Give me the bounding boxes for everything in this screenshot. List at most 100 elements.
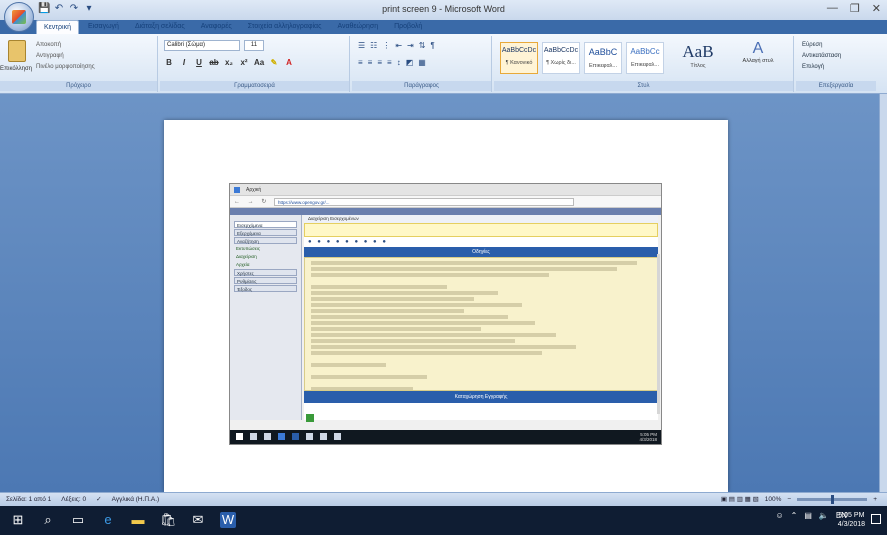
highlight-icon[interactable]: ✎ [269,58,279,67]
font-size-combo[interactable]: 11 [244,40,264,51]
embedded-word-icon [292,433,299,440]
line-spacing-icon[interactable]: ↕ [397,58,401,67]
tab-references[interactable]: Αναφορές [194,20,239,34]
italic-icon[interactable]: I [179,58,189,67]
tab-view[interactable]: Προβολή [387,20,429,34]
embedded-menu-item: Αρχεία [236,262,250,267]
word-count[interactable]: Λέξεις: 0 [61,493,86,506]
action-center-icon[interactable] [871,514,881,524]
tray-overflow-icon[interactable]: ⌃ [791,511,798,520]
tab-mailings[interactable]: Στοιχεία αλληλογραφίας [241,20,329,34]
embedded-taskbar: 5:05 PM 4/3/2018 [230,430,661,444]
sort-icon[interactable]: ⇅ [419,41,426,50]
paste-button-label[interactable]: Επικόλληση [0,66,32,72]
show-marks-icon[interactable]: ¶ [430,41,434,50]
cut-button[interactable]: Αποκοπή [36,40,95,51]
minimize-button[interactable]: — [827,2,838,15]
style-normal[interactable]: AaBbCcDc ¶ Κανονικό [500,42,538,74]
embedded-info-bar [304,223,658,237]
file-explorer-icon[interactable]: ▬ [130,512,146,528]
copy-button[interactable]: Αντιγραφή [36,51,95,62]
language-indicator[interactable]: Αγγλικά (Η.Π.Α.) [112,493,160,506]
align-left-icon[interactable]: ≡ [358,58,363,67]
superscript-icon[interactable]: x² [239,58,249,67]
edge-icon[interactable]: e [100,512,116,528]
shading-icon[interactable]: ◩ [406,58,414,67]
office-logo-icon [12,10,26,24]
numbering-icon[interactable]: ☷ [370,41,377,50]
volume-icon[interactable]: 🔈 [819,511,829,520]
strikethrough-icon[interactable]: ab [209,58,219,67]
embedded-portal-bar [230,208,661,215]
embedded-menu-item: Εισερχόμενα [234,221,297,228]
align-center-icon[interactable]: ≡ [368,58,373,67]
embedded-taskview-icon [264,433,271,440]
tab-review[interactable]: Αναθεώρηση [330,20,385,34]
people-icon[interactable]: ☺ [775,511,783,520]
vertical-scrollbar[interactable] [879,94,887,492]
embedded-screenshot-image[interactable]: Αρχική ← → ↻ ⌂ https://www.opengov.gr/..… [229,183,662,445]
style-name: Τίτλος [690,63,706,69]
ribbon-tabs: Κεντρική Εισαγωγή Διάταξη σελίδας Αναφορ… [36,20,429,34]
windows-taskbar: ⊞ ⌕ ▭ e ▬ 🛍 ✉ W ☺ ⌃ ▤ 🔈 EN 5:05 PM 4/3/2… [0,506,887,535]
decrease-indent-icon[interactable]: ⇤ [395,41,402,50]
start-icon[interactable]: ⊞ [10,512,26,528]
view-buttons-icon[interactable]: ▣ ▤ ▥ ▦ ▧ [721,493,759,506]
spellcheck-icon[interactable]: ✓ [96,493,101,506]
mail-icon[interactable]: ✉ [190,512,206,528]
embedded-search-icon [250,433,257,440]
paste-icon[interactable] [8,40,26,62]
replace-button[interactable]: Αντικατάσταση [802,51,841,62]
taskbar-clock[interactable]: 5:05 PM 4/3/2018 [838,511,865,529]
style-name: Επικεφαλ... [589,63,617,69]
maximize-button[interactable]: ❐ [850,2,860,15]
zoom-in-icon[interactable]: + [873,493,877,506]
change-styles-button[interactable]: A Αλλαγή στυλ [738,40,778,64]
store-icon[interactable]: 🛍 [160,512,177,528]
multilevel-list-icon[interactable]: ⋮ [382,41,390,50]
tab-home[interactable]: Κεντρική [36,20,79,34]
change-case-icon[interactable]: Aa [254,58,264,67]
bullets-icon[interactable]: ☰ [358,41,365,50]
format-painter-button[interactable]: Πινέλο μορφοποίησης [36,62,95,73]
zoom-level[interactable]: 100% [765,493,782,506]
subscript-icon[interactable]: x₂ [224,58,234,67]
style-title[interactable]: AaB Τίτλος [668,42,728,74]
borders-icon[interactable]: ▦ [418,58,426,67]
embedded-left-menu: Εισερχόμενα Εξερχόμενα Αναζήτηση Εκτυπώσ… [230,215,302,420]
paragraph-group: ☰ ☷ ⋮ ⇤ ⇥ ⇅ ¶ ≡ ≡ ≡ ≡ ↕ ◩ ▦ Παράγραφος [352,36,492,92]
clock-time: 5:05 PM [838,512,865,519]
style-no-spacing[interactable]: AaBbCcDc ¶ Χωρίς δι... [542,42,580,74]
embedded-check-icon [306,414,314,422]
close-button[interactable]: ✕ [872,2,881,15]
tab-insert[interactable]: Εισαγωγή [81,20,126,34]
bold-icon[interactable]: B [164,58,174,67]
word-taskbar-icon[interactable]: W [220,512,236,528]
task-view-icon[interactable]: ▭ [70,512,86,528]
style-sample: AaBbCc [630,47,660,56]
search-icon[interactable]: ⌕ [40,512,56,528]
increase-indent-icon[interactable]: ⇥ [407,41,414,50]
style-sample: AaB [682,42,714,61]
style-heading-2[interactable]: AaBbCc Επικεφαλ... [626,42,664,74]
office-button[interactable] [4,2,34,32]
align-right-icon[interactable]: ≡ [377,58,382,67]
zoom-slider[interactable] [797,495,868,504]
embedded-mail-icon [334,433,341,440]
window-title: print screen 9 - Microsoft Word [382,4,505,14]
justify-icon[interactable]: ≡ [387,58,392,67]
font-name-combo[interactable]: Calibri (Σώμα) [164,40,240,51]
style-heading-1[interactable]: AaBbC Επικεφαλ... [584,42,622,74]
font-color-icon[interactable]: A [284,58,294,67]
network-icon[interactable]: ▤ [804,511,812,520]
select-button[interactable]: Επιλογή [802,62,841,73]
page-count[interactable]: Σελίδα: 1 από 1 [6,493,51,506]
style-sample: AaBbC [588,47,618,57]
find-button[interactable]: Εύρεση [802,40,841,51]
embedded-panel-title: Διαχείριση Εισερχομένων [304,215,658,223]
underline-icon[interactable]: U [194,58,204,67]
embedded-submit-bar: Καταχώρηση Εγγραφής [304,391,658,403]
tab-page-layout[interactable]: Διάταξη σελίδας [128,20,192,34]
zoom-out-icon[interactable]: − [787,493,791,506]
clock-date: 4/3/2018 [837,521,865,528]
